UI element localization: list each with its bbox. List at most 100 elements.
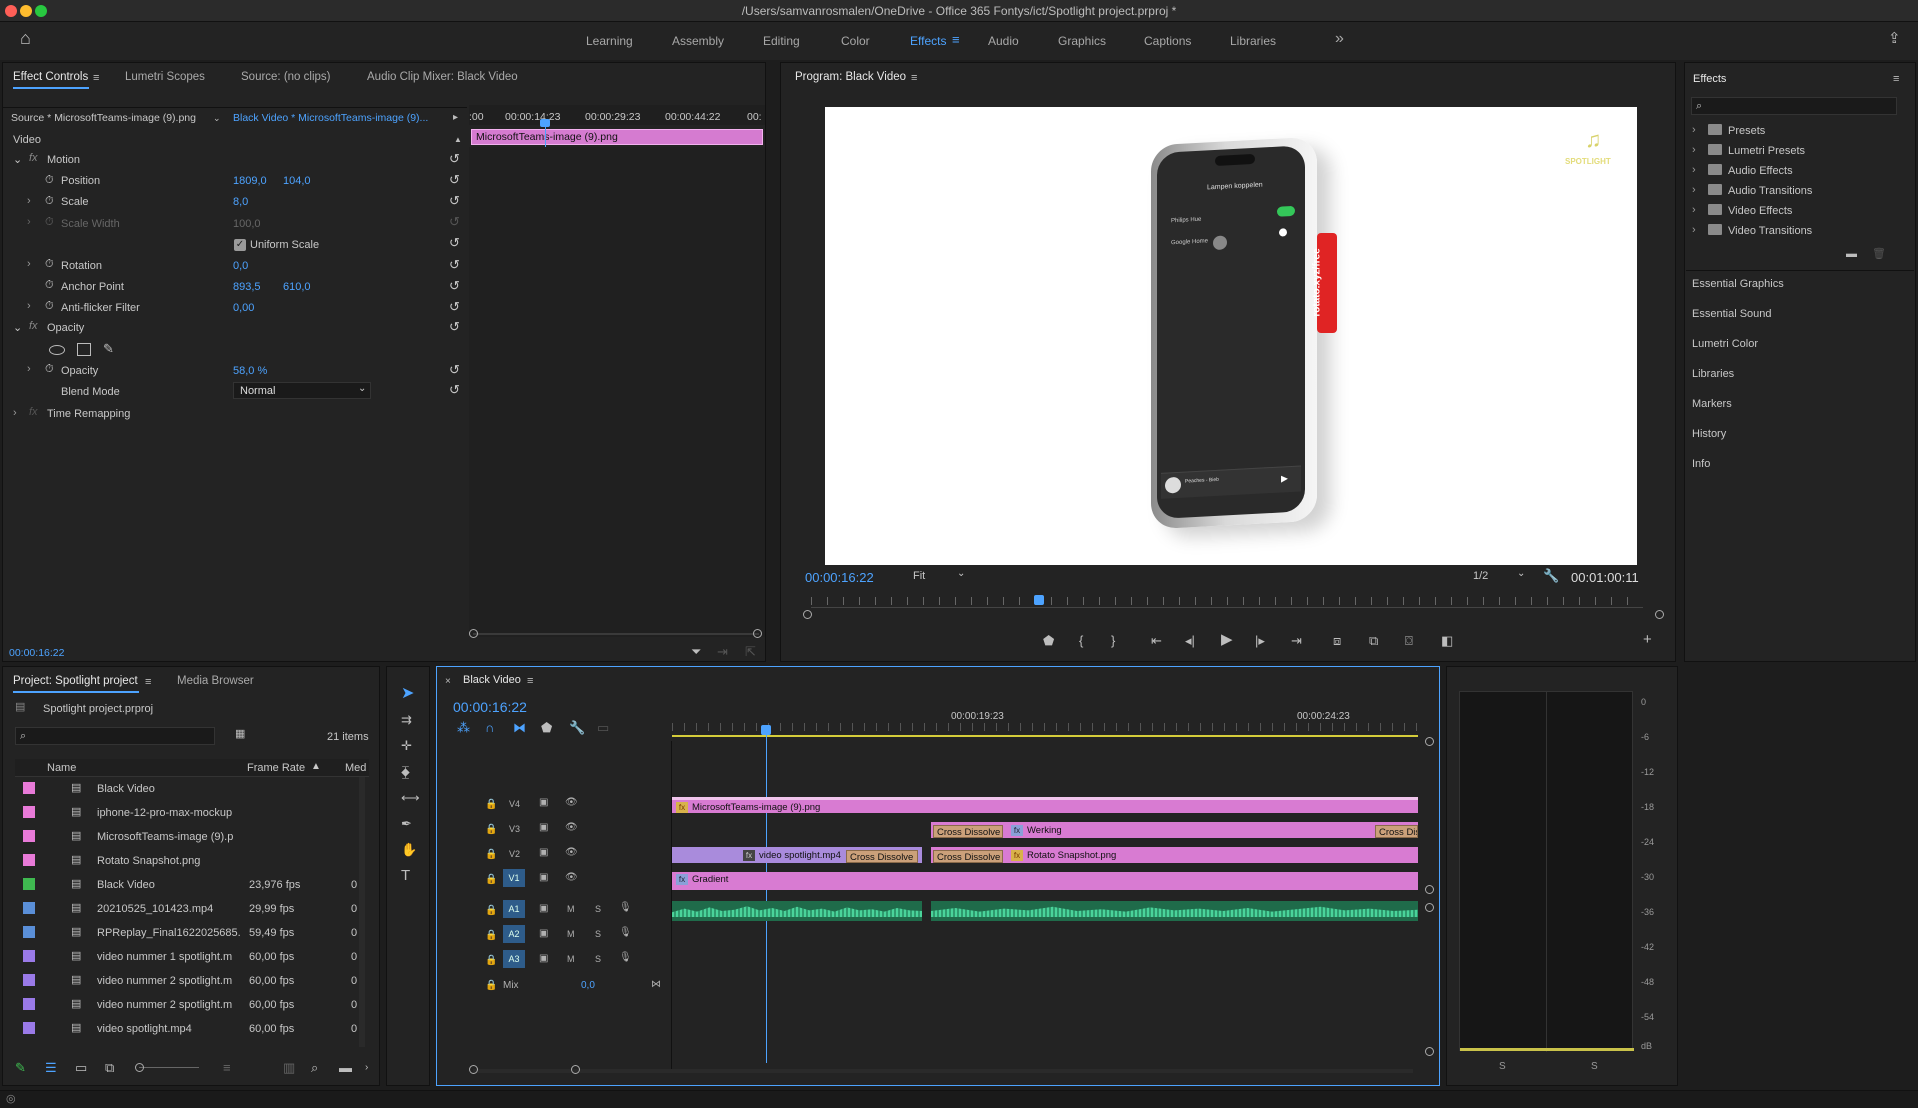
markers-section[interactable]: Markers	[1692, 398, 1732, 410]
edit-pencil-icon[interactable]: ✎	[15, 1061, 26, 1074]
eye-icon[interactable]: 👁	[565, 797, 578, 808]
stopwatch-icon[interactable]: ⏱	[45, 195, 54, 208]
stopwatch-icon[interactable]: ⏱	[45, 174, 54, 187]
extract-icon[interactable]: ⧉	[1369, 634, 1378, 647]
scroll-handle-right[interactable]	[1655, 610, 1664, 619]
workspace-color[interactable]: Color	[841, 34, 870, 48]
program-viewer[interactable]: Lampen koppelen Philips Hue Google Home …	[825, 107, 1637, 565]
scroll-handle-bottom[interactable]	[1425, 1047, 1434, 1056]
play-icon[interactable]: ▶	[1221, 632, 1233, 647]
column-media[interactable]: Med	[345, 762, 366, 774]
project-item[interactable]: ▤ video nummer 2 spotlight.m 60,00 fps 0	[17, 969, 367, 993]
panel-menu-icon[interactable]: ≡	[1893, 73, 1899, 86]
scroll-handle-top[interactable]	[1425, 737, 1434, 746]
scrub-bar[interactable]	[811, 607, 1643, 608]
resolution-select[interactable]: 1/2 ⌄	[1469, 568, 1529, 584]
microphone-icon[interactable]: 🎙	[619, 952, 632, 963]
eye-icon[interactable]: 👁	[565, 822, 578, 833]
reset-icon[interactable]: ↺	[449, 320, 461, 333]
sync-lock-icon[interactable]: ▣	[539, 797, 548, 808]
expand-chevron-icon[interactable]: ›	[27, 258, 31, 270]
effects-audio-transitions[interactable]: Audio Transitions	[1728, 185, 1812, 197]
blend-mode-select[interactable]: Normal ⌄	[233, 382, 371, 399]
solo-button[interactable]: S	[595, 929, 601, 939]
effects-video-transitions[interactable]: Video Transitions	[1728, 225, 1812, 237]
zoom-slider[interactable]	[139, 1067, 199, 1068]
workspace-captions[interactable]: Captions	[1144, 34, 1191, 48]
label-color-swatch[interactable]	[23, 854, 35, 866]
go-to-in-icon[interactable]: ⇤	[1151, 634, 1162, 647]
label-color-swatch[interactable]	[23, 950, 35, 962]
reset-icon[interactable]: ↺	[449, 279, 461, 292]
anchor-y-value[interactable]: 610,0	[283, 281, 311, 293]
slip-tool-icon[interactable]: ⟷	[401, 791, 420, 804]
label-color-swatch[interactable]	[23, 782, 35, 794]
label-color-swatch[interactable]	[23, 830, 35, 842]
mini-timeline-ruler[interactable]: :00 00:00:14:23 00:00:29:23 00:00:44:22 …	[469, 105, 765, 125]
scroll-handle-left[interactable]	[469, 1065, 478, 1074]
stopwatch-icon[interactable]: ⏱	[45, 258, 54, 271]
anchor-x-value[interactable]: 893,5	[233, 281, 261, 293]
libraries-section[interactable]: Libraries	[1692, 368, 1734, 380]
track-label-v1[interactable]: V1	[503, 869, 525, 887]
mute-button[interactable]: M	[567, 954, 575, 964]
lumetri-color-section[interactable]: Lumetri Color	[1692, 338, 1758, 350]
stopwatch-icon[interactable]: ⏱	[45, 363, 54, 376]
more-icon[interactable]: ›	[365, 1061, 368, 1074]
mark-out-icon[interactable]: }	[1111, 634, 1115, 647]
cross-dissolve-transition[interactable]: Cross Diss	[1375, 825, 1418, 838]
lock-icon[interactable]: 🔒	[485, 874, 497, 885]
project-item[interactable]: ▤ Black Video 23,976 fps 0	[17, 873, 367, 897]
expand-chevron-icon[interactable]: ›	[1692, 204, 1696, 216]
expand-chevron-icon[interactable]: ›	[27, 300, 31, 312]
collapse-up-icon[interactable]: ▲	[454, 133, 462, 146]
effects-video-effects[interactable]: Video Effects	[1728, 205, 1792, 217]
mute-button[interactable]: M	[567, 904, 575, 914]
icon-view-icon[interactable]: ▭	[75, 1061, 87, 1074]
fx-icon[interactable]: fx	[29, 152, 38, 164]
sync-lock-icon[interactable]: ▣	[539, 847, 548, 858]
timeline-settings-icon[interactable]: 🔧	[569, 721, 585, 734]
scroll-handle-left[interactable]	[469, 629, 478, 638]
home-icon[interactable]: ⌂	[20, 29, 31, 47]
effects-search-input[interactable]: ⌕	[1691, 97, 1897, 115]
go-to-out-icon[interactable]: ⇥	[1291, 634, 1302, 647]
history-section[interactable]: History	[1692, 428, 1726, 440]
zoom-slider-handle[interactable]	[135, 1063, 144, 1072]
add-marker-icon[interactable]: ⬟	[541, 721, 552, 734]
tab-media-browser[interactable]: Media Browser	[177, 675, 254, 687]
tab-effect-controls[interactable]: Effect Controls	[13, 71, 88, 83]
sync-lock-icon[interactable]: ▣	[539, 822, 548, 833]
effects-lumetri-presets[interactable]: Lumetri Presets	[1728, 145, 1805, 157]
project-item[interactable]: ▤ video spotlight.mp4 60,00 fps 0	[17, 1017, 367, 1041]
fx-icon[interactable]: fx	[29, 320, 38, 332]
opacity-value[interactable]: 58,0 %	[233, 365, 267, 377]
track-select-tool-icon[interactable]: ⇉	[401, 713, 412, 726]
expand-chevron-icon[interactable]: ›	[1692, 144, 1696, 156]
tab-project[interactable]: Project: Spotlight project	[13, 675, 138, 687]
close-tab-icon[interactable]: ×	[445, 675, 451, 688]
lock-icon[interactable]: 🔒	[485, 930, 497, 941]
selection-tool-icon[interactable]: ➤	[401, 686, 414, 702]
fit-select[interactable]: Fit ⌄	[909, 568, 969, 584]
tab-lumetri-scopes[interactable]: Lumetri Scopes	[125, 71, 205, 83]
effects-title[interactable]: Effects	[1693, 73, 1726, 85]
settings-wrench-icon[interactable]: 🔧	[1543, 569, 1559, 582]
panel-menu-icon[interactable]: ≡	[93, 72, 99, 85]
sequence-clip-selector[interactable]: Black Video * MicrosoftTeams-image (9)..…	[233, 112, 428, 124]
more-workspaces-button[interactable]: »	[1335, 30, 1344, 48]
freeform-view-icon[interactable]: ⧉	[105, 1061, 114, 1074]
expand-chevron-icon[interactable]: ›	[1692, 224, 1696, 236]
scroll-handle-left[interactable]	[803, 610, 812, 619]
playhead-handle[interactable]	[540, 119, 550, 127]
workspace-graphics[interactable]: Graphics	[1058, 34, 1106, 48]
workspace-effects[interactable]: Effects	[910, 34, 946, 48]
step-back-icon[interactable]: ◂|	[1185, 634, 1195, 647]
reset-icon[interactable]: ↺	[449, 258, 461, 271]
project-item[interactable]: ▤ 20210525_101423.mp4 29,99 fps 0	[17, 897, 367, 921]
lock-icon[interactable]: 🔒	[485, 849, 497, 860]
microphone-icon[interactable]: 🎙	[619, 902, 632, 913]
clip-v3-werking[interactable]	[931, 822, 1418, 838]
program-monitor-title[interactable]: Program: Black Video	[795, 71, 906, 83]
project-item[interactable]: ▤ Rotato Snapshot.png	[17, 849, 367, 873]
